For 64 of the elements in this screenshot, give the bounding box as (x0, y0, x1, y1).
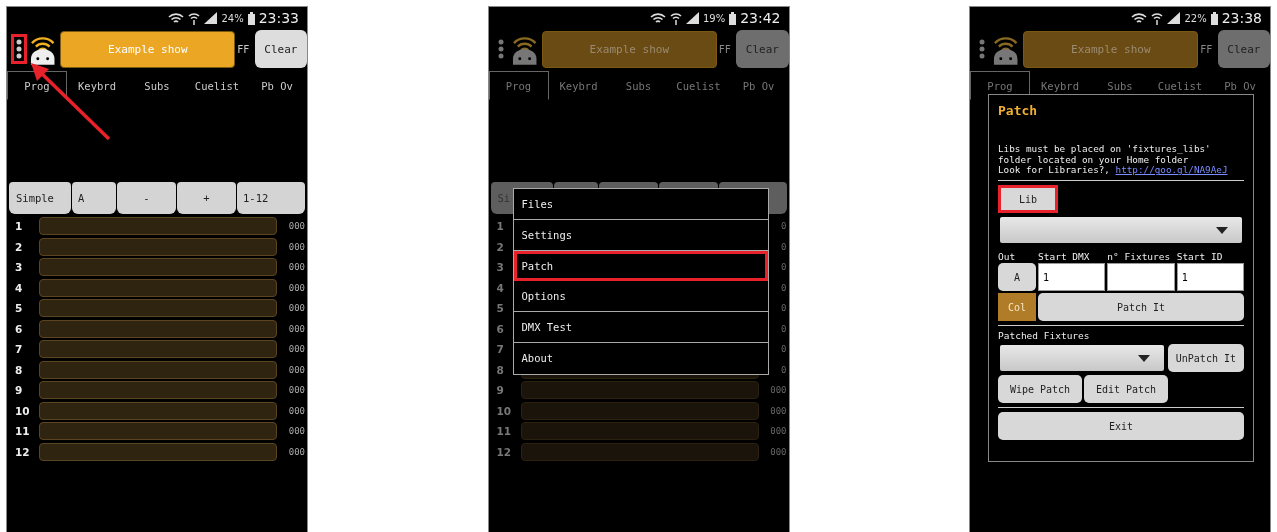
channel-value: 0 (780, 241, 788, 252)
ff-label: FF (718, 43, 732, 55)
status-time: 23:42 (740, 10, 781, 26)
battery-percent: 19% (702, 12, 726, 24)
channel-number: 8 (14, 363, 24, 376)
channel-number: 9 (495, 384, 505, 397)
column-label: Out (998, 251, 1017, 263)
channel-value: 000 (287, 221, 306, 232)
channel-value: 000 (287, 446, 306, 457)
channel-value: 000 (769, 405, 788, 416)
channel-value: 000 (287, 344, 306, 355)
channel-value: 0 (780, 282, 788, 293)
channel-value: 000 (287, 282, 306, 293)
patched-fixtures-label: Patched Fixtures (998, 330, 1090, 342)
channel-value: 0 (780, 221, 788, 232)
channel-number: 4 (14, 281, 24, 294)
channel-value: 000 (287, 364, 306, 375)
channel-value: 0 (780, 323, 788, 334)
channel-value: 000 (287, 385, 306, 396)
channel-number: 1 (14, 220, 24, 233)
channel-number: 2 (495, 240, 505, 253)
channel-value: 000 (287, 405, 306, 416)
channel-number: 7 (14, 343, 24, 356)
channel-number: 11 (495, 425, 513, 438)
battery-percent: 24% (221, 12, 244, 24)
channel-number: 9 (14, 384, 24, 397)
channel-number: 6 (14, 322, 24, 335)
dialog-title: Patch (998, 103, 1038, 118)
channel-number: 5 (495, 302, 505, 315)
channel-number: 5 (14, 302, 24, 315)
channel-number: 12 (14, 445, 31, 458)
channel-value: 000 (769, 446, 788, 457)
channel-value: 000 (769, 385, 788, 396)
channel-number: 7 (495, 343, 505, 356)
channel-number: 10 (14, 404, 31, 417)
channel-value: 000 (769, 426, 788, 437)
ff-label: FF (1200, 43, 1214, 55)
channel-number: 12 (495, 445, 513, 458)
channel-number: 8 (495, 363, 505, 376)
battery-percent: 22% (1184, 12, 1207, 24)
ff-label: FF (237, 43, 251, 55)
channel-value: 000 (287, 426, 306, 437)
status-time: 23:38 (1221, 10, 1262, 26)
column-label: Start ID (1176, 251, 1224, 263)
channel-value: 0 (780, 344, 788, 355)
status-time: 23:33 (258, 10, 299, 26)
channel-value: 000 (287, 323, 306, 334)
column-label: n° Fixtures (1107, 251, 1172, 263)
channel-value: 0 (780, 262, 788, 273)
dialog-message: Libs must be placed on 'fixtures_libs' folder located on your Home folder Look for Libraries?, http://goo.gl/NA9AeJ (998, 144, 1229, 177)
channel-number: 10 (495, 404, 513, 417)
channel-number: 2 (14, 240, 24, 253)
channel-value: 0 (780, 303, 788, 314)
channel-number: 3 (495, 261, 505, 274)
channel-number: 11 (14, 425, 31, 438)
channel-number: 1 (495, 220, 505, 233)
channel-value: 000 (287, 241, 306, 252)
channel-number: 6 (495, 322, 505, 335)
channel-number: 3 (14, 261, 24, 274)
column-label: Start DMX (1038, 251, 1091, 263)
channel-value: 000 (287, 303, 306, 314)
channel-number: 4 (495, 281, 505, 294)
channel-value: 000 (287, 262, 306, 273)
channel-value: 0 (780, 364, 788, 375)
